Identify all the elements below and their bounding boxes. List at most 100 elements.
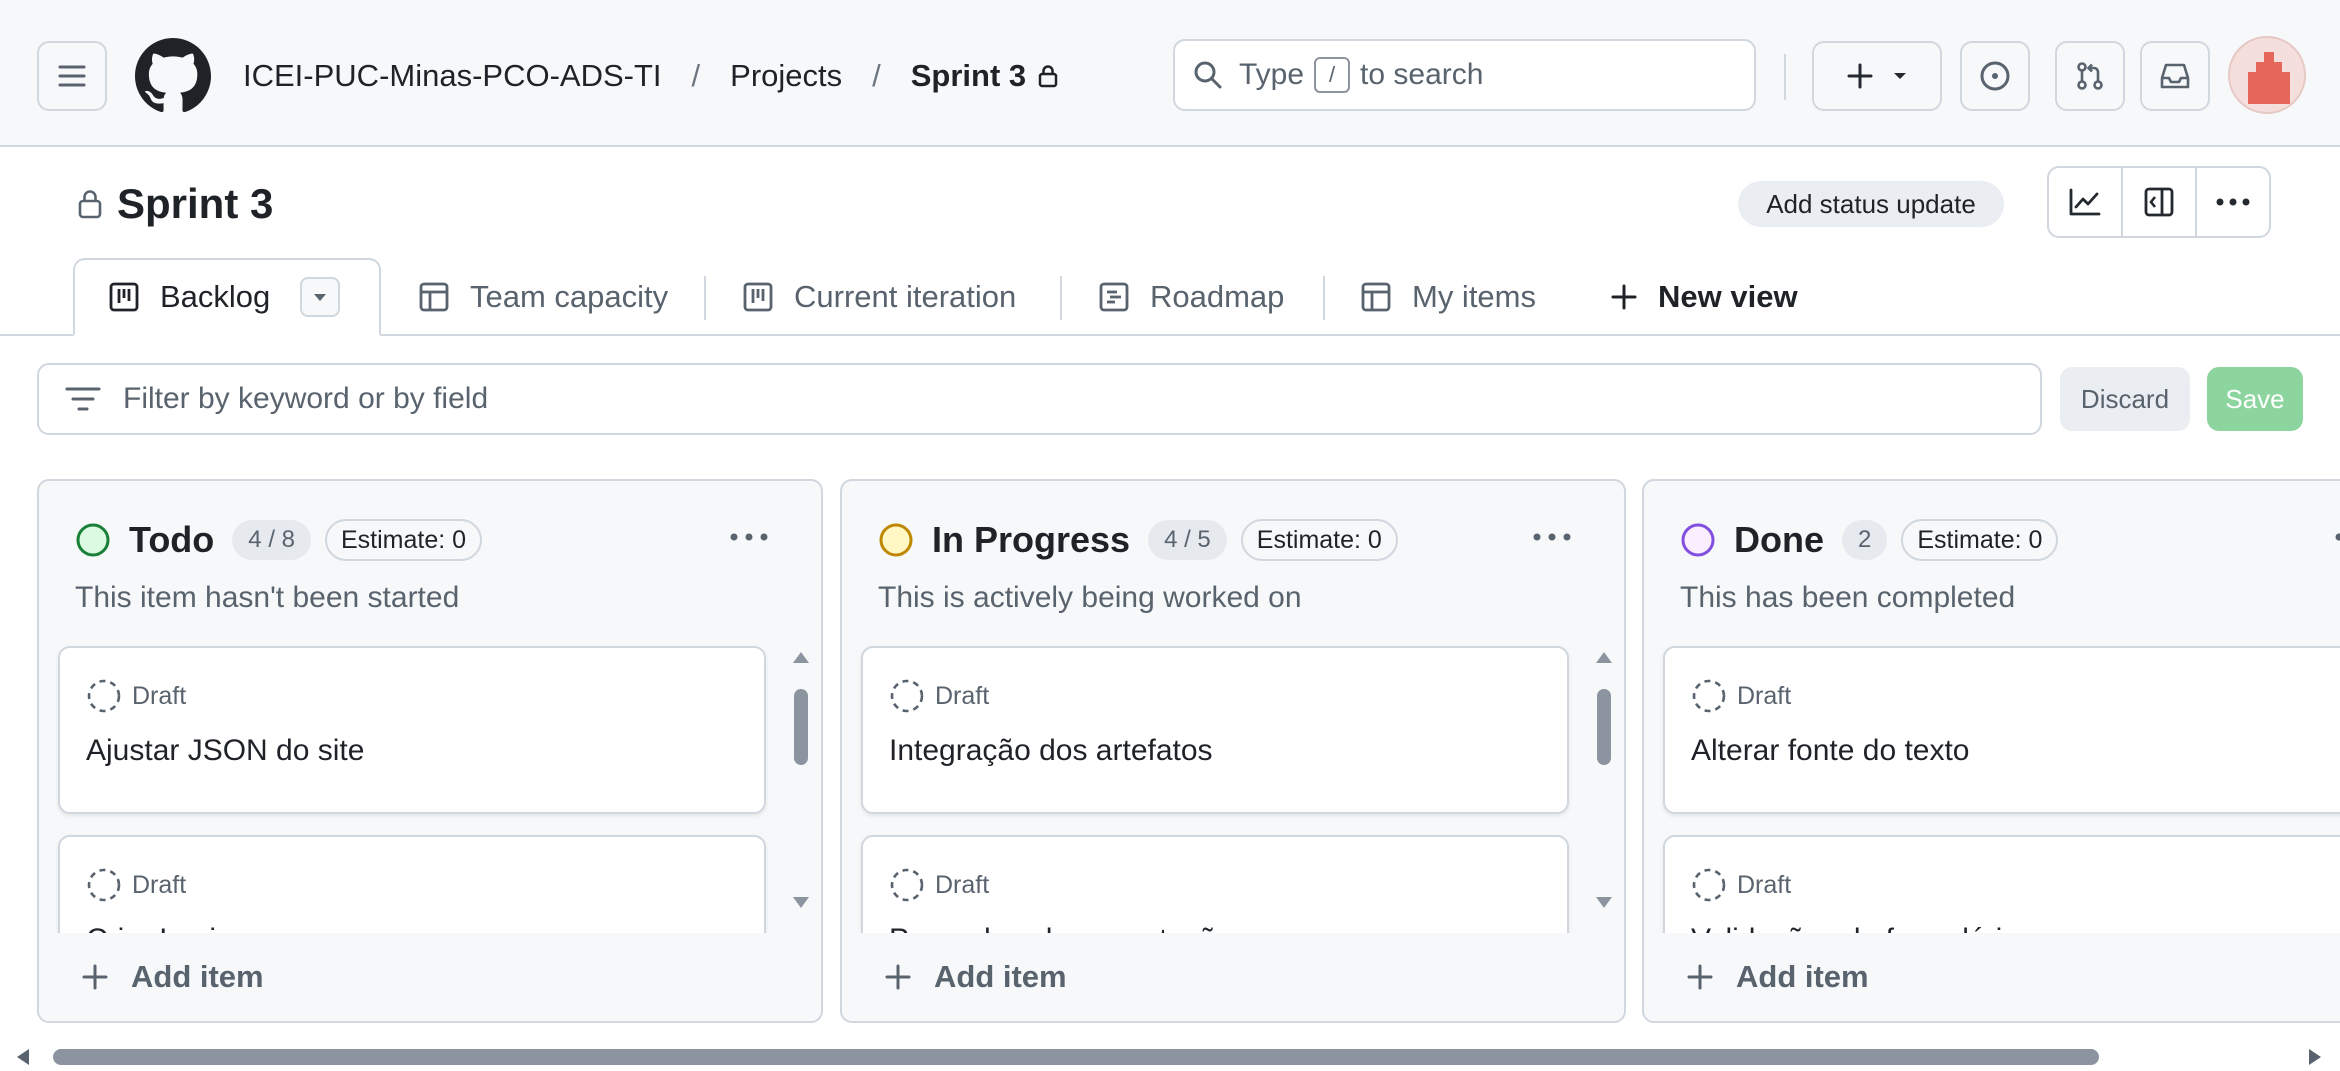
scroll-down-arrow-icon[interactable] xyxy=(1594,895,1614,911)
card-title[interactable]: Integração dos artefatos xyxy=(889,734,1213,768)
kebab-horizontal-icon xyxy=(1533,533,1571,541)
breadcrumb-projects-link[interactable]: Projects xyxy=(730,58,842,94)
search-input[interactable]: Type / to search xyxy=(1173,39,1756,111)
card-type-label: Draft xyxy=(935,681,990,710)
column-menu-button[interactable] xyxy=(1524,517,1580,557)
board-card[interactable]: Draft Ajustar JSON do site xyxy=(58,646,766,814)
scrollbar-thumb[interactable] xyxy=(794,689,808,765)
column-description: This has been completed xyxy=(1680,581,2016,614)
column-scrollbar[interactable] xyxy=(1594,649,1614,911)
draft-issue-icon xyxy=(1691,867,1727,903)
discard-button[interactable]: Discard xyxy=(2060,367,2190,431)
menu-button[interactable] xyxy=(37,41,107,111)
tab-roadmap[interactable]: Roadmap xyxy=(1098,258,1284,336)
scroll-down-arrow-icon[interactable] xyxy=(791,895,811,911)
column-header: In Progress 4 / 5 Estimate: 0 xyxy=(878,517,1398,563)
add-item-label: Add item xyxy=(131,959,264,994)
card-title[interactable]: Alterar fonte do texto xyxy=(1691,734,1970,768)
side-panel-button[interactable] xyxy=(2123,168,2197,236)
tab-label: My items xyxy=(1412,279,1536,314)
column-estimate-badge: Estimate: 0 xyxy=(1240,519,1398,561)
add-item-button[interactable]: Add item xyxy=(1644,933,2340,1021)
search-suffix-text: to search xyxy=(1360,58,1484,91)
column-estimate-badge: Estimate: 0 xyxy=(325,519,483,561)
plus-icon xyxy=(1686,963,1714,991)
issues-button[interactable] xyxy=(1960,41,2030,111)
column-scrollbar[interactable] xyxy=(791,649,811,911)
draft-issue-icon xyxy=(86,867,122,903)
column-count-badge: 4 / 8 xyxy=(232,520,311,560)
column-description: This is actively being worked on xyxy=(878,581,1302,614)
add-item-button[interactable]: Add item xyxy=(842,933,1624,1021)
lock-icon xyxy=(1038,64,1058,88)
tab-my-items[interactable]: My items xyxy=(1360,258,1536,336)
scroll-left-arrow-icon[interactable] xyxy=(14,1047,32,1067)
triangle-down-icon xyxy=(313,293,327,302)
column-description: This item hasn't been started xyxy=(75,581,460,614)
card-type-label: Draft xyxy=(1737,870,1792,899)
create-new-button[interactable] xyxy=(1812,41,1942,111)
scrollbar-thumb[interactable] xyxy=(53,1049,2099,1065)
scrollbar-thumb[interactable] xyxy=(1597,689,1611,765)
pull-requests-button[interactable] xyxy=(2055,41,2125,111)
pull-request-icon xyxy=(2074,60,2106,92)
sidebar-expand-icon xyxy=(2143,186,2175,218)
add-item-button[interactable]: Add item xyxy=(39,933,821,1021)
column-menu-button[interactable] xyxy=(2326,517,2340,557)
lock-icon xyxy=(77,188,103,220)
project-actions xyxy=(2047,166,2271,238)
breadcrumb-separator: / xyxy=(872,58,881,93)
board-column-todo: Todo 4 / 8 Estimate: 0 This item hasn't … xyxy=(37,479,823,1023)
filter-input[interactable]: Filter by keyword or by field xyxy=(37,363,2042,435)
github-logo-icon[interactable] xyxy=(135,38,211,114)
save-button[interactable]: Save xyxy=(2207,367,2303,431)
caret-down-icon xyxy=(1892,71,1908,81)
board-horizontal-scrollbar[interactable] xyxy=(0,1041,2340,1071)
draft-issue-icon xyxy=(889,678,925,714)
tab-label: Backlog xyxy=(160,279,271,314)
card-title[interactable]: Ajustar JSON do site xyxy=(86,734,364,768)
tab-separator xyxy=(704,276,706,320)
tab-current-iteration[interactable]: Current iteration xyxy=(742,258,1016,336)
scroll-up-arrow-icon[interactable] xyxy=(1594,649,1614,665)
header-divider xyxy=(1784,54,1786,100)
kebab-horizontal-icon xyxy=(730,533,768,541)
board-icon xyxy=(742,281,774,313)
board-card[interactable]: Draft Alterar fonte do texto xyxy=(1663,646,2340,814)
card-type-label: Draft xyxy=(1737,681,1792,710)
scroll-up-arrow-icon[interactable] xyxy=(791,649,811,665)
filter-icon xyxy=(65,386,101,412)
plus-icon xyxy=(1846,62,1874,90)
card-type-label: Draft xyxy=(132,870,187,899)
tab-team-capacity[interactable]: Team capacity xyxy=(418,258,668,336)
column-title: In Progress xyxy=(932,519,1131,560)
inbox-button[interactable] xyxy=(2140,41,2210,111)
board-icon xyxy=(108,281,140,313)
user-avatar[interactable] xyxy=(2228,36,2306,114)
column-title: Done xyxy=(1734,519,1824,560)
insights-button[interactable] xyxy=(2049,168,2123,236)
filter-placeholder: Filter by keyword or by field xyxy=(123,382,489,415)
breadcrumb-org-link[interactable]: ICEI-PUC-Minas-PCO-ADS-TI xyxy=(243,58,662,94)
status-circle-icon xyxy=(75,522,111,558)
column-count-badge: 2 xyxy=(1842,520,1888,560)
more-options-button[interactable] xyxy=(2197,168,2269,236)
tab-separator xyxy=(1323,276,1325,320)
issue-opened-icon xyxy=(1979,60,2011,92)
tab-backlog[interactable]: Backlog xyxy=(73,258,381,336)
search-icon xyxy=(1193,60,1223,90)
tab-options-button[interactable] xyxy=(300,277,341,317)
board-card[interactable]: Draft Integração dos artefatos xyxy=(861,646,1569,814)
tab-label: Current iteration xyxy=(794,279,1017,314)
column-menu-button[interactable] xyxy=(721,517,777,557)
breadcrumb-current[interactable]: Sprint 3 xyxy=(911,58,1026,94)
scroll-right-arrow-icon[interactable] xyxy=(2306,1047,2324,1067)
board-column-in-progress: In Progress 4 / 5 Estimate: 0 This is ac… xyxy=(840,479,1626,1023)
add-status-update-button[interactable]: Add status update xyxy=(1738,181,2004,227)
table-icon xyxy=(1360,281,1392,313)
add-item-label: Add item xyxy=(1736,959,1869,994)
graph-icon xyxy=(2068,187,2102,217)
global-header: ICEI-PUC-Minas-PCO-ADS-TI / Projects / S… xyxy=(0,0,2340,147)
kebab-horizontal-icon xyxy=(2216,198,2250,206)
new-view-button[interactable]: New view xyxy=(1610,258,1798,336)
